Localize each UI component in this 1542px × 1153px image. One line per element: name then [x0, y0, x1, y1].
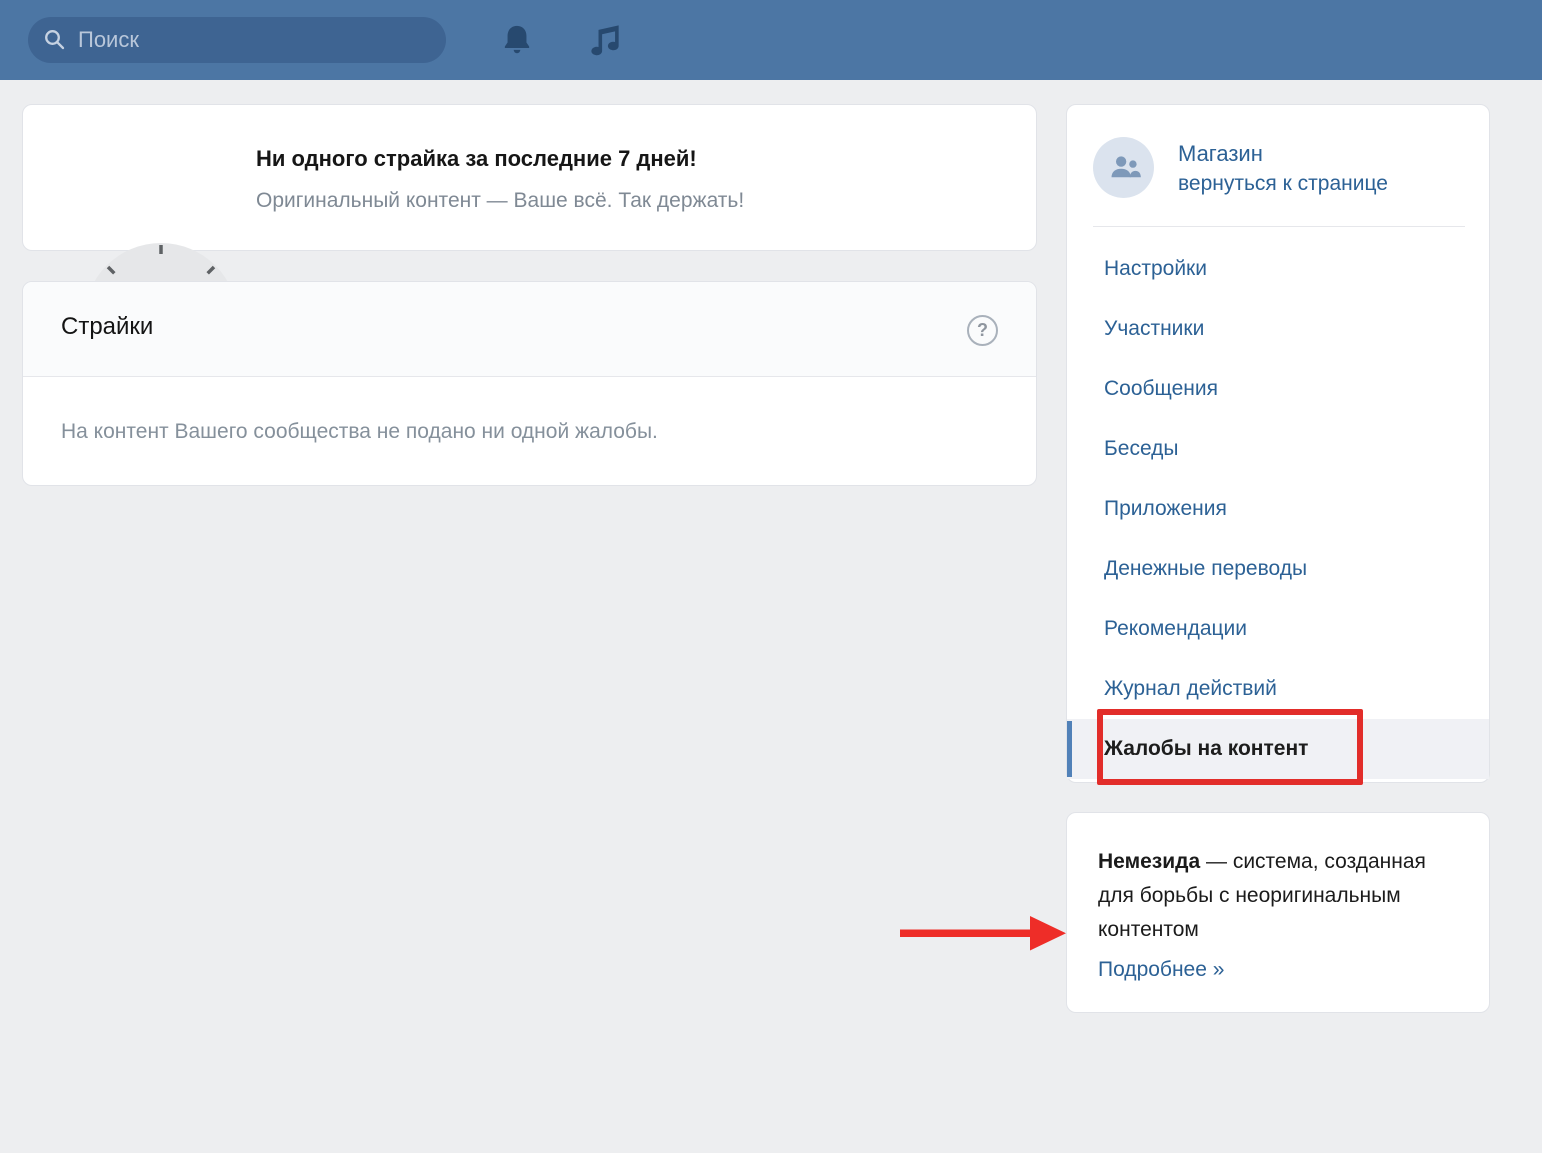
search-box[interactable]: [28, 17, 446, 63]
annotation-arrow-icon: [896, 914, 1071, 952]
sidebar-item-messages[interactable]: Сообщения: [1067, 359, 1489, 419]
banner-subtitle: Оригинальный контент — Ваше всё. Так дер…: [256, 189, 744, 213]
promo-more-link[interactable]: Подробнее »: [1098, 958, 1224, 982]
sidebar-item-members[interactable]: Участники: [1067, 299, 1489, 359]
music-icon[interactable]: [584, 22, 622, 60]
community-name-link[interactable]: Магазин: [1178, 141, 1263, 167]
strike-status-banner: Ни одного страйка за последние 7 дней! О…: [22, 104, 1037, 251]
sidebar-item-recommendations[interactable]: Рекомендации: [1067, 599, 1489, 659]
sidebar-card: Магазин вернуться к странице Настройки У…: [1066, 104, 1490, 783]
strikes-card-header: Страйки ?: [23, 282, 1036, 377]
strikes-empty-message: На контент Вашего сообщества не подано н…: [61, 420, 658, 444]
strikes-title: Страйки: [61, 313, 153, 341]
search-input[interactable]: [78, 27, 446, 53]
avatar[interactable]: [1093, 137, 1154, 198]
banner-title: Ни одного страйка за последние 7 дней!: [256, 146, 697, 172]
back-to-page-link[interactable]: вернуться к странице: [1178, 172, 1388, 196]
sidebar-item-content-complaints[interactable]: Жалобы на контент: [1067, 719, 1489, 779]
promo-text: Немезида — система, созданная для борьбы…: [1098, 845, 1430, 947]
sidebar-item-settings[interactable]: Настройки: [1067, 239, 1489, 299]
sidebar-item-money-transfers[interactable]: Денежные переводы: [1067, 539, 1489, 599]
community-people-icon: [1104, 148, 1144, 188]
sidebar-menu: Настройки Участники Сообщения Беседы При…: [1067, 239, 1489, 779]
top-navigation-bar: [0, 0, 1542, 80]
sidebar-item-action-log[interactable]: Журнал действий: [1067, 659, 1489, 719]
sidebar-item-applications[interactable]: Приложения: [1067, 479, 1489, 539]
promo-system-name: Немезида: [1098, 850, 1200, 873]
strikes-card: Страйки ? На контент Вашего сообщества н…: [22, 281, 1037, 486]
search-icon: [43, 28, 67, 52]
sidebar-divider: [1093, 226, 1465, 227]
sidebar-item-conversations[interactable]: Беседы: [1067, 419, 1489, 479]
help-icon[interactable]: ?: [967, 315, 998, 346]
page: Ни одного страйка за последние 7 дней! О…: [0, 0, 1542, 1153]
nemezida-promo-card: Немезида — система, созданная для борьбы…: [1066, 812, 1490, 1013]
bell-icon[interactable]: [499, 22, 535, 58]
